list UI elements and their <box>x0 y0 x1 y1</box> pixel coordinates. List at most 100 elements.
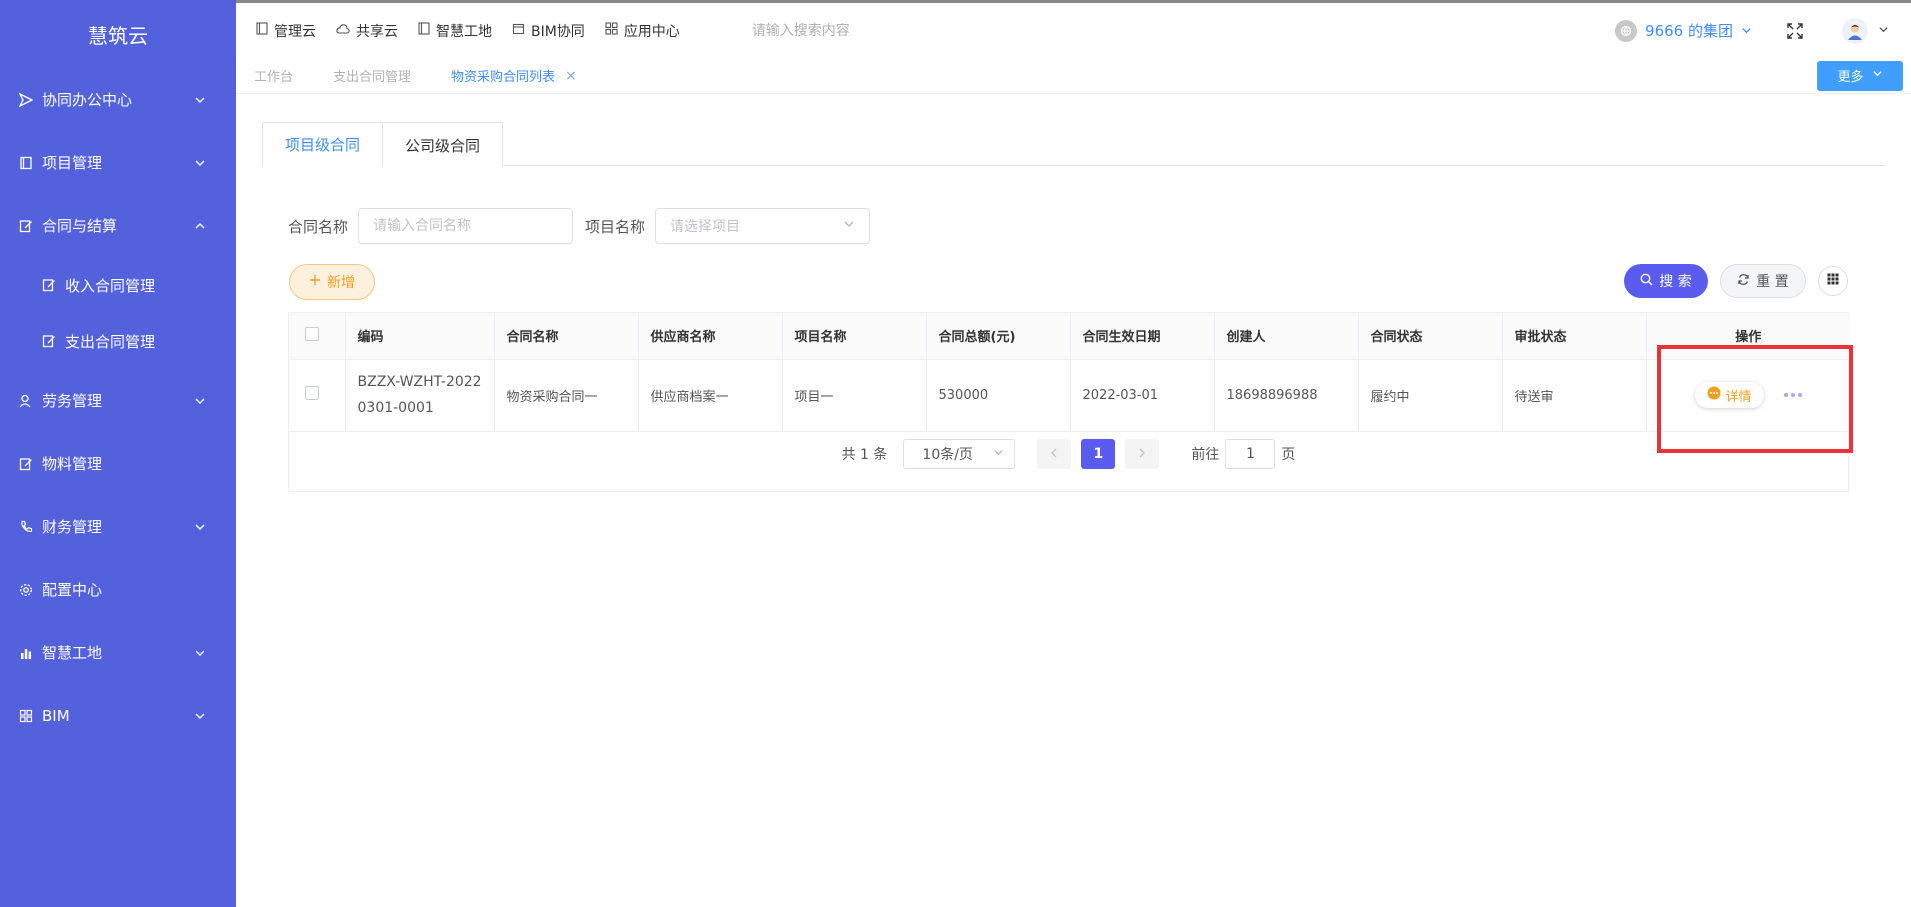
global-search-input[interactable] <box>751 22 1012 39</box>
sidebar-item-label: 劳务管理 <box>42 392 103 410</box>
sidebar-item-labor-mgmt[interactable]: 劳务管理 <box>0 369 236 432</box>
user-menu[interactable] <box>1842 17 1889 44</box>
detail-button-label: 详情 <box>1725 389 1752 405</box>
column-header: 合同状态 <box>1358 313 1503 360</box>
sidebar-item-collab-office[interactable]: 协同办公中心 <box>0 68 236 131</box>
select-all-cell <box>289 313 346 360</box>
tab-project-level-contract[interactable]: 项目级合同 <box>262 122 384 167</box>
chevron-down-icon <box>194 521 206 533</box>
topnav-label: 共享云 <box>356 23 398 40</box>
page-number-button[interactable]: 1 <box>1081 439 1116 469</box>
add-button-label: 新增 <box>327 275 355 291</box>
more-actions-icon[interactable] <box>1783 393 1802 397</box>
sidebar-item-income-contract[interactable]: 收入合同管理 <box>0 257 236 313</box>
sidebar: 慧筑云 协同办公中心 项目管理 合同与结算 收入合同管理 支出合同管理 劳务管理… <box>0 0 236 907</box>
main-content: 项目级合同 公司级合同 合同名称 项目名称 请选择项目 新增 搜 索 重 置 <box>236 94 1911 907</box>
effective-date-cell: 2022-03-01 <box>1070 359 1215 432</box>
topnav-smart-site[interactable]: 智慧工地 <box>418 21 492 41</box>
next-page-button[interactable] <box>1125 439 1160 469</box>
chevron-left-icon <box>1049 446 1059 462</box>
search-icon <box>1640 273 1653 290</box>
chevron-down-icon <box>1872 68 1883 83</box>
tab-expense-contract-mgmt[interactable]: 支出合同管理 <box>333 66 411 85</box>
sidebar-item-label: 财务管理 <box>42 518 103 536</box>
sidebar-item-label: 项目管理 <box>42 154 103 172</box>
grid-icon <box>18 708 34 724</box>
topnav-app-center[interactable]: 应用中心 <box>605 21 680 41</box>
column-header: 操作 <box>1646 313 1850 360</box>
chevron-down-icon <box>843 218 855 234</box>
contract-name-input[interactable] <box>358 208 574 244</box>
reset-button[interactable]: 重 置 <box>1720 264 1806 298</box>
project-select-placeholder: 请选择项目 <box>670 219 741 235</box>
more-button[interactable]: 更多 <box>1817 60 1903 91</box>
close-icon[interactable]: × <box>565 68 577 84</box>
fullscreen-icon[interactable] <box>1786 22 1804 40</box>
sidebar-item-bim[interactable]: BIM <box>0 684 236 747</box>
chevron-down-icon <box>1878 23 1889 39</box>
sidebar-item-label: 协同办公中心 <box>42 91 133 109</box>
bar-chart-icon <box>18 645 34 661</box>
edit-icon <box>41 277 57 293</box>
column-header: 项目名称 <box>782 313 927 360</box>
top-nav: 管理云 共享云 智慧工地 BIM协同 应用中心 <box>236 21 680 41</box>
phone-icon <box>18 519 34 535</box>
code-line-2: 0301-0001 <box>357 400 434 416</box>
sidebar-item-config-center[interactable]: 配置中心 <box>0 558 236 621</box>
page-size-value: 10条/页 <box>922 447 973 463</box>
topnav-label: 应用中心 <box>623 23 680 40</box>
sidebar-item-smart-site[interactable]: 智慧工地 <box>0 621 236 684</box>
detail-button[interactable]: 详情 <box>1694 382 1764 408</box>
sidebar-item-expense-contract[interactable]: 支出合同管理 <box>0 313 236 369</box>
chevron-down-icon <box>194 395 206 407</box>
pagination: 共 1 条 10条/页 1 前往 页 <box>289 439 1848 469</box>
add-button[interactable]: 新增 <box>289 264 375 300</box>
select-all-checkbox[interactable] <box>305 326 319 341</box>
topnav-management-cloud[interactable]: 管理云 <box>256 21 316 41</box>
row-select-cell <box>289 359 346 432</box>
contract-level-tabs: 项目级合同 公司级合同 <box>262 122 1885 167</box>
page-size-select[interactable]: 10条/页 <box>903 439 1016 469</box>
table-row: BZZX-WZHT-2022 0301-0001 物资采购合同一 供应商档案一 … <box>289 359 1850 432</box>
contract-name-cell: 物资采购合同一 <box>494 359 639 432</box>
column-header: 审批状态 <box>1502 313 1647 360</box>
chevron-down-icon <box>1741 22 1752 40</box>
chevron-down-icon <box>194 647 206 659</box>
chevron-right-icon <box>1137 446 1147 462</box>
page-unit-label: 页 <box>1281 447 1296 463</box>
edit-icon <box>41 333 57 349</box>
contract-name-label: 合同名称 <box>288 217 349 236</box>
tab-company-level-contract[interactable]: 公司级合同 <box>383 122 504 167</box>
tab-workbench[interactable]: 工作台 <box>254 66 293 85</box>
apps-icon <box>605 22 618 39</box>
book-icon <box>18 155 34 171</box>
topnav-shared-cloud[interactable]: 共享云 <box>336 21 398 41</box>
sidebar-item-label: 支出合同管理 <box>65 332 156 351</box>
prev-page-button[interactable] <box>1037 439 1072 469</box>
project-cell: 项目一 <box>782 359 927 432</box>
sidebar-item-label: 配置中心 <box>42 581 103 599</box>
column-header: 合同名称 <box>494 313 639 360</box>
search-button[interactable]: 搜 索 <box>1624 264 1708 298</box>
row-checkbox[interactable] <box>305 386 319 400</box>
chevron-down-icon <box>194 94 206 106</box>
sidebar-item-material-mgmt[interactable]: 物料管理 <box>0 432 236 495</box>
goto-page: 前往 页 <box>1191 439 1295 469</box>
column-settings-button[interactable] <box>1818 266 1848 296</box>
sidebar-item-finance-mgmt[interactable]: 财务管理 <box>0 495 236 558</box>
tab-material-purchase-contracts[interactable]: 物资采购合同列表 × <box>451 66 577 86</box>
topnav-bim-collab[interactable]: BIM协同 <box>512 21 585 41</box>
more-circle-icon <box>1707 386 1721 404</box>
goto-page-input[interactable] <box>1225 439 1276 469</box>
project-select[interactable]: 请选择项目 <box>655 208 871 244</box>
group-selector[interactable]: 9666 的集团 <box>1615 19 1752 42</box>
sidebar-item-project-mgmt[interactable]: 项目管理 <box>0 131 236 194</box>
topnav-label: 管理云 <box>274 23 316 40</box>
topnav-label: 智慧工地 <box>436 23 492 40</box>
column-header: 创建人 <box>1214 313 1359 360</box>
edit-icon <box>18 456 34 472</box>
group-name: 9666 的集团 <box>1645 22 1733 40</box>
sidebar-item-contract-settlement[interactable]: 合同与结算 <box>0 194 236 257</box>
code-cell: BZZX-WZHT-2022 0301-0001 <box>345 359 495 432</box>
column-header: 供应商名称 <box>638 313 783 360</box>
